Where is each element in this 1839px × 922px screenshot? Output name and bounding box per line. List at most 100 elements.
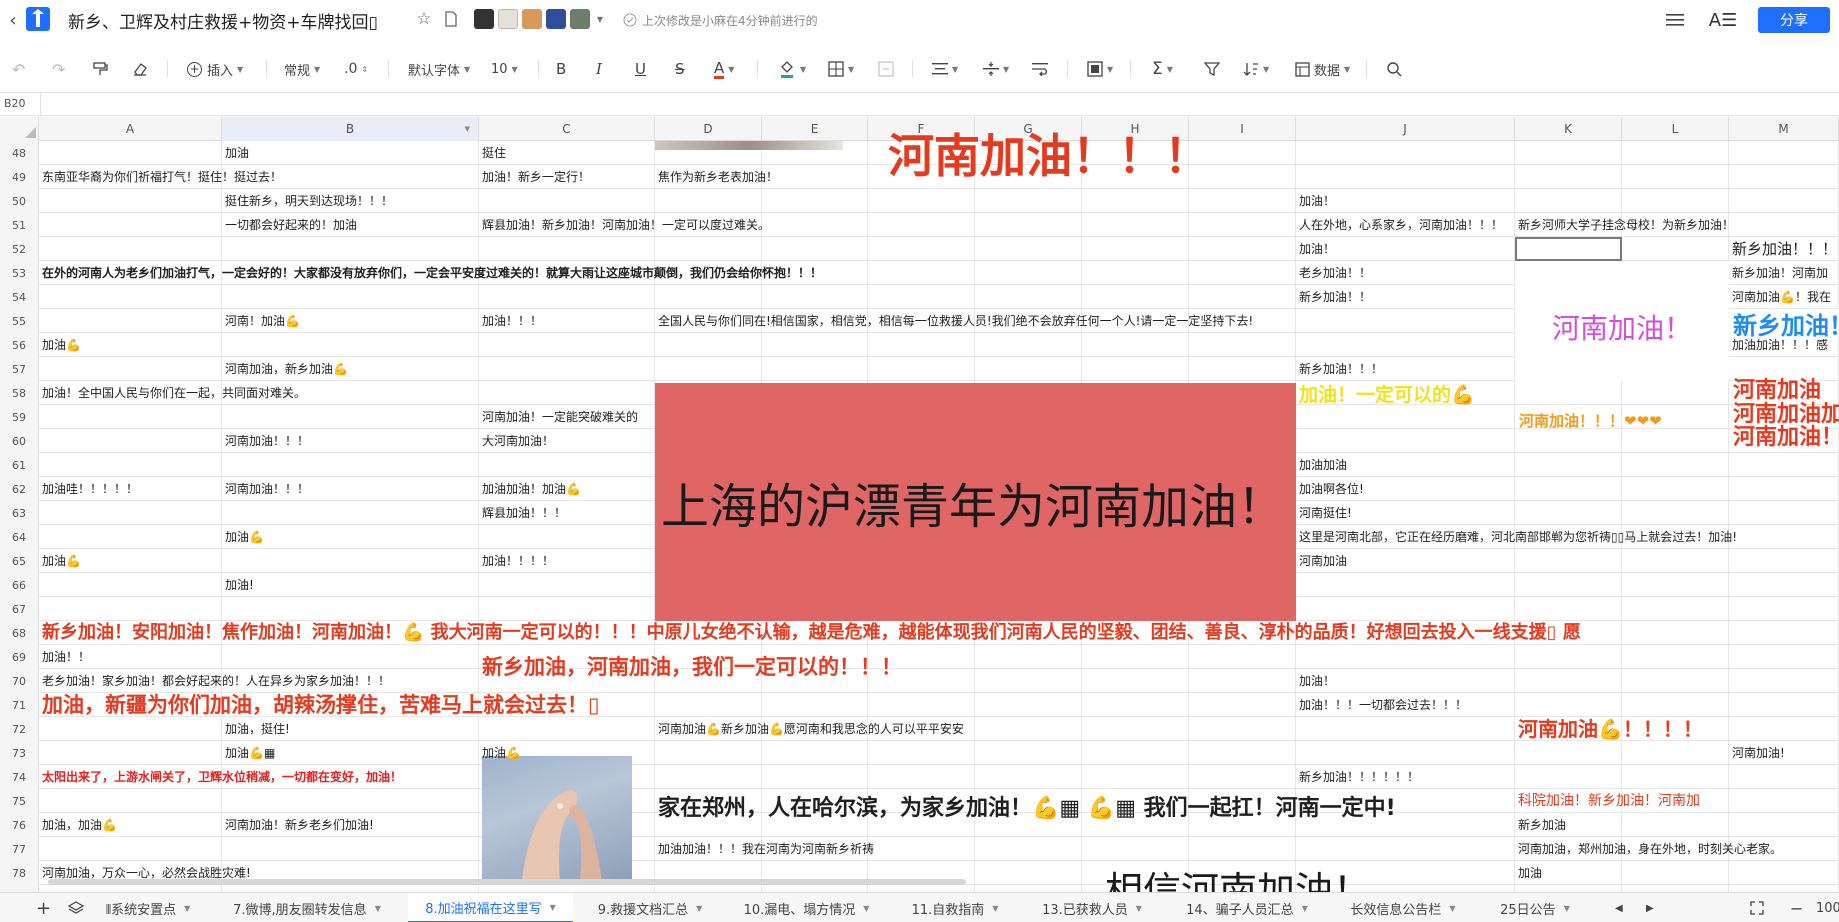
cell-text[interactable]: 新乡加油！安阳加油！焦作加油！河南加油！💪 我大河南一定可以的！！！中原儿女绝不… (42, 621, 1581, 645)
row-header-79[interactable]: 79 (0, 885, 39, 892)
cell-text[interactable]: 加油加油！加油💪 (482, 477, 581, 501)
collaborator-avatar[interactable] (474, 9, 494, 29)
column-header-a[interactable]: A (39, 117, 222, 141)
cell-text[interactable]: 家在郑州，人在哈尔滨，为家乡加油！💪▦ 💪▦ 我们一起扛！河南一定中! (658, 797, 1396, 821)
cell-text[interactable]: 加油! (225, 573, 254, 597)
cell-text[interactable]: 新乡河师大学子挂念母校！为新乡加油！ (1518, 213, 1734, 237)
horizontal-scrollbar[interactable] (48, 879, 966, 885)
cell-text[interactable]: 挺住新乡，明天到达现场！！！ (225, 189, 393, 213)
cell-text[interactable]: 全国人民与你们同在!相信国家，相信党，相信每一位救援人员!我们绝不会放弃任何一个… (658, 309, 1253, 333)
cell-text[interactable]: 新乡加油 (1518, 813, 1566, 837)
chevron-down-icon[interactable]: ▼ (1564, 904, 1570, 913)
sum-button[interactable]: Σ ▼ (1152, 58, 1173, 80)
align-vertical-icon[interactable]: ▼ (983, 58, 1009, 80)
sheet-tab[interactable]: 14、骗子人员汇总 ▼ (1168, 893, 1326, 922)
app-logo-icon[interactable] (24, 5, 52, 33)
cell-reference[interactable]: B20 (4, 97, 26, 110)
k55-large-text[interactable]: 河南加油！ (1552, 313, 1692, 345)
partial-bottom-text[interactable]: 相信河南加油！ (1105, 869, 1371, 892)
sheet-tab[interactable]: 8.加油祝福在这里写 ▼ (408, 893, 573, 922)
spreadsheet-grid[interactable]: A B ▼ C D E F G H I J K L M 48 49 50 51 52 53 54 55 56 57 58 59 6… (0, 117, 1839, 892)
row-header-56[interactable]: 56 (0, 333, 39, 357)
cell-text[interactable]: 加油！ (1299, 189, 1335, 213)
cell-text[interactable]: 加油啊各位! (1299, 477, 1364, 501)
cell-text[interactable]: 加油！ (1299, 669, 1335, 693)
row-header-50[interactable]: 50 (0, 189, 39, 213)
cell-text[interactable]: 加油！！ (42, 645, 90, 669)
row-header-61[interactable]: 61 (0, 453, 39, 477)
redo-icon[interactable]: ↷ (52, 58, 65, 80)
sort-icon[interactable]: ▼ (1243, 58, 1269, 80)
eraser-icon[interactable] (132, 58, 148, 80)
star-icon[interactable]: ☆ (414, 9, 434, 29)
back-chevron-icon[interactable]: ‹ (4, 10, 22, 31)
column-header-d[interactable]: D (655, 117, 762, 141)
chevron-down-icon[interactable]: ▼ (1302, 904, 1308, 913)
row-header-63[interactable]: 63 (0, 501, 39, 525)
row-header-65[interactable]: 65 (0, 549, 39, 573)
sheet-tab[interactable]: ⫴系统安置点 ▼ (96, 893, 200, 922)
cell-text[interactable]: 加油，加油💪 (42, 813, 117, 837)
align-horizontal-icon[interactable]: ▼ (932, 58, 958, 80)
menu-icon[interactable] (1664, 9, 1686, 31)
chevron-down-icon[interactable]: ▼ (992, 904, 998, 913)
underline-button[interactable]: U (635, 58, 646, 80)
sheet-tab[interactable]: 10.漏电、塌方情况 ▼ (728, 893, 885, 922)
row-header-66[interactable]: 66 (0, 573, 39, 597)
chevron-down-icon[interactable]: ▼ (184, 904, 190, 913)
add-sheet-icon[interactable]: + (36, 893, 51, 922)
m55-large-text[interactable]: 新乡加油！ (1733, 311, 1839, 341)
row-header-73[interactable]: 73 (0, 741, 39, 765)
cell-text[interactable]: 加油💪▦ (225, 741, 275, 765)
collaborator-avatar[interactable] (522, 9, 542, 29)
row-header-60[interactable]: 60 (0, 429, 39, 453)
cell-text[interactable]: 河南加油！新乡老乡们加油! (225, 813, 374, 837)
column-header-c[interactable]: C (479, 117, 655, 141)
cell-text[interactable]: 新乡加油！！ (1299, 285, 1371, 309)
row-header-69[interactable]: 69 (0, 645, 39, 669)
chevron-down-icon[interactable]: ▼ (1136, 904, 1142, 913)
cell-text[interactable]: 加油！全中国人民与你们在一起，共同面对难关。 (42, 381, 306, 405)
collaborator-avatar[interactable] (570, 9, 590, 29)
cell-text[interactable]: 老乡加油！！ (1299, 261, 1371, 285)
font-size-dropdown[interactable]: 10 ▼ (491, 58, 518, 80)
row-header-78[interactable]: 78 (0, 861, 39, 885)
cell-text[interactable]: 辉县加油！新乡加油！河南加油！一定可以度过难关。 (482, 213, 770, 237)
cell-text[interactable]: 加油 (1518, 861, 1542, 885)
cell-text[interactable]: 河南加油！！！ (225, 429, 309, 453)
row-header-59[interactable]: 59 (0, 405, 39, 429)
cell-text[interactable]: 河南加油💪！！！！ (1518, 717, 1703, 741)
share-button[interactable]: 分享 (1758, 7, 1830, 33)
cell-text[interactable]: 河南加油 (1299, 549, 1347, 573)
cell-text[interactable]: 加油💪 (225, 525, 264, 549)
cell-text[interactable]: 加油加油！！！我在河南为河南新乡祈祷 (658, 837, 874, 861)
cell-text[interactable]: 辉县加油！！！ (482, 501, 566, 525)
cell-text[interactable]: 东南亚华裔为你们祈福打气！挺住！挺过去！ (42, 165, 282, 189)
zoom-out-icon[interactable]: − (1790, 893, 1803, 922)
strikethrough-button[interactable]: S (675, 58, 685, 80)
text-style-icon[interactable]: A☰ (1709, 8, 1737, 32)
fill-color-icon[interactable]: ▼ (778, 58, 806, 80)
cell-text[interactable]: 加油！ (1299, 237, 1335, 261)
cell-text[interactable]: 加油！！！ (482, 309, 542, 333)
format-painter-icon[interactable] (92, 58, 108, 80)
row-header-70[interactable]: 70 (0, 669, 39, 693)
filter-icon[interactable] (1204, 58, 1220, 80)
undo-icon[interactable]: ↶ (12, 58, 25, 80)
cell-text[interactable]: 加油💪 (482, 741, 521, 765)
cell-text[interactable]: 加油，新疆为你们加油，胡辣汤撑住，苦难马上就会过去！▯ (42, 693, 600, 717)
row-header-74[interactable]: 74 (0, 765, 39, 789)
cell-text[interactable]: 焦作为新乡老表加油！ (658, 165, 778, 189)
row-header-51[interactable]: 51 (0, 213, 39, 237)
row-header-55[interactable]: 55 (0, 309, 39, 333)
row-header-52[interactable]: 52 (0, 237, 39, 261)
cell-text[interactable]: 大河南加油！ (482, 429, 554, 453)
row-header-68[interactable]: 68 (0, 621, 39, 645)
row-header-75[interactable]: 75 (0, 789, 39, 813)
document-title[interactable]: 新乡、卫辉及村庄救援+物资+车牌找回▯ (68, 8, 378, 33)
font-family-dropdown[interactable]: 默认字体 ▼ (408, 58, 470, 80)
column-header-m[interactable]: M (1729, 117, 1839, 141)
cell-text[interactable]: 河南加油，新乡加油💪 (225, 357, 348, 381)
row-header-48[interactable]: 48 (0, 141, 39, 165)
cell-text[interactable]: 人在外地，心系家乡，河南加油！！！ (1299, 213, 1503, 237)
